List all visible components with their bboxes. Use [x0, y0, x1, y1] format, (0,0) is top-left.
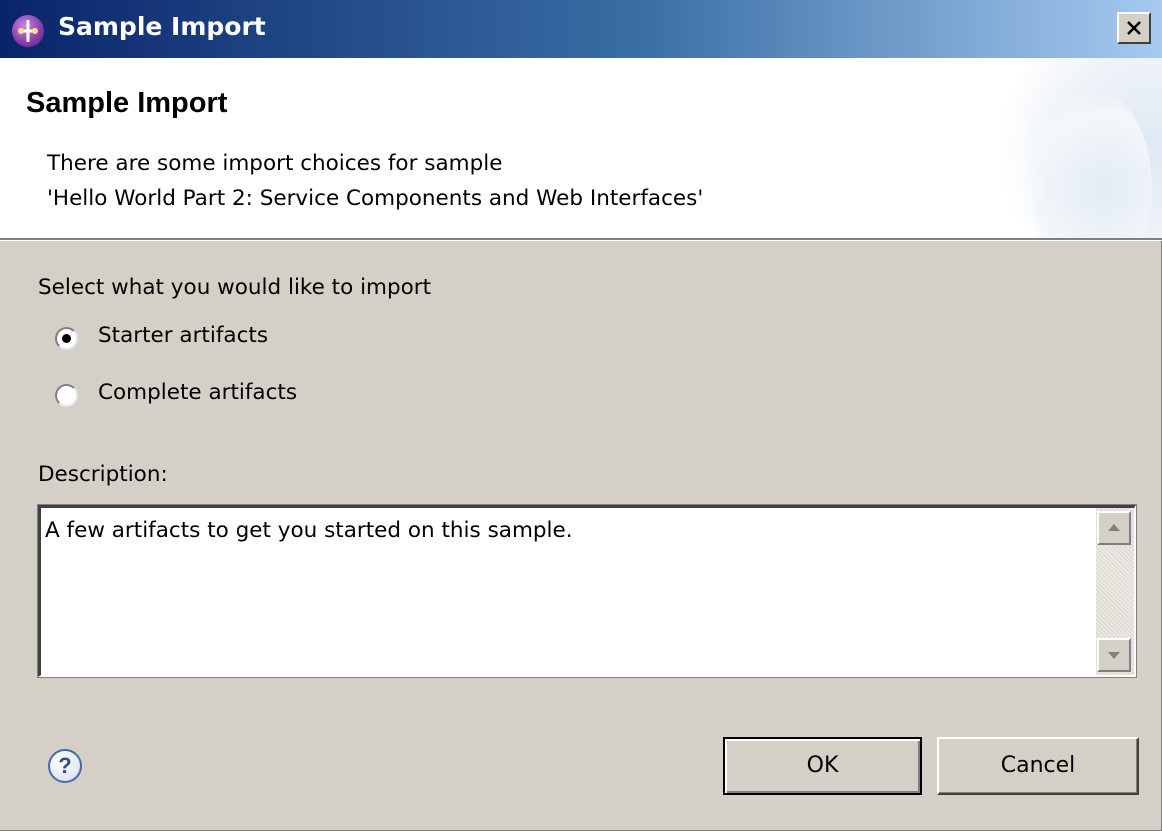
starter-artifacts-radio[interactable]	[55, 327, 78, 350]
ok-button[interactable]: OK	[723, 737, 922, 795]
close-button[interactable]	[1117, 12, 1151, 44]
scroll-down-button[interactable]	[1097, 638, 1131, 672]
scroll-down-arrow-icon	[1108, 652, 1120, 659]
scroll-up-arrow-icon	[1108, 524, 1120, 531]
import-choice-prompt: Select what you would like to import	[38, 275, 432, 300]
window-title: Sample Import	[58, 12, 266, 41]
sample-import-dialog: Sample Import Sample Import There are so…	[0, 0, 1162, 831]
page-description-line: There are some import choices for sample	[47, 151, 503, 176]
close-x-icon	[1127, 21, 1141, 35]
radio-selected-dot	[62, 334, 71, 343]
starter-artifacts-label[interactable]: Starter artifacts	[98, 323, 268, 348]
cancel-button[interactable]: Cancel	[937, 737, 1139, 795]
description-label: Description:	[38, 462, 168, 487]
title-bar[interactable]: Sample Import	[0, 0, 1162, 58]
page-description-line: 'Hello World Part 2: Service Components …	[47, 186, 704, 211]
question-help-icon[interactable]: ?	[48, 749, 82, 783]
sample-import-app-icon	[12, 15, 44, 47]
complete-artifacts-label[interactable]: Complete artifacts	[98, 380, 297, 405]
wizard-banner: Sample Import There are some import choi…	[0, 58, 1162, 238]
complete-artifacts-radio[interactable]	[55, 384, 78, 407]
description-text: A few artifacts to get you started on th…	[45, 518, 573, 543]
description-textarea[interactable]: A few artifacts to get you started on th…	[37, 504, 1137, 678]
page-description: There are some import choices for sample…	[47, 146, 703, 216]
page-title: Sample Import	[26, 87, 228, 119]
vertical-scrollbar[interactable]	[1096, 508, 1134, 675]
scroll-up-button[interactable]	[1097, 511, 1131, 545]
banner-separator	[0, 240, 1162, 241]
